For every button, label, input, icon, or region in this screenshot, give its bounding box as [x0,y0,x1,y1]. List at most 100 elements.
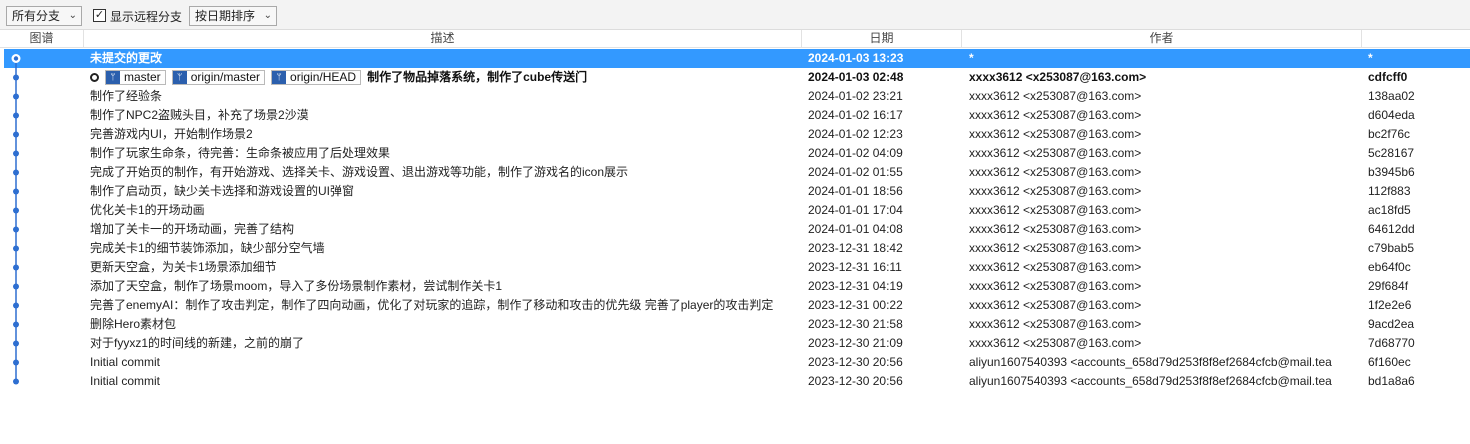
column-author[interactable]: 作者 [962,30,1362,48]
commit-row[interactable]: 制作了玩家生命条，待完善：生命条被应用了后处理效果 2024-01-02 04:0… [4,144,1470,163]
commit-date: 2024-01-02 12:23 [808,127,903,141]
show-remote-checkbox[interactable]: ✓ [93,9,106,22]
commit-date: 2024-01-01 18:56 [808,184,903,198]
commit-date: 2023-12-31 16:11 [808,260,902,274]
commit-author: xxxx3612 <x253087@163.com> [969,70,1147,84]
commit-message: 更新天空盒，为关卡1场景添加细节 [90,260,277,274]
commit-hash: eb64f0c [1368,260,1411,274]
commit-hash: 9acd2ea [1368,317,1415,331]
commit-row[interactable]: 更新天空盒，为关卡1场景添加细节 2023-12-31 16:11 xxxx3612… [4,258,1470,277]
commit-row[interactable]: Initial commit 2023-12-30 20:56 aliyun1607… [4,372,1470,391]
commit-hash: 29f684f [1368,279,1409,293]
commit-message: 增加了关卡一的开场动画，完善了结构 [90,222,295,236]
column-graph[interactable]: 图谱 [0,30,84,48]
commit-hash: 64612dd [1368,222,1415,236]
commit-author: aliyun1607540393 <accounts_658d79d253f8f… [969,374,1332,388]
toolbar: 所有分支 ⌄ ✓ 显示远程分支 按日期排序 ⌄ [0,0,1470,30]
commit-author: aliyun1607540393 <accounts_658d79d253f8f… [969,355,1332,369]
commit-row[interactable]: Initial commit 2023-12-30 20:56 aliyun1607… [4,353,1470,372]
sort-order-dropdown[interactable]: 按日期排序 ⌄ [189,6,277,26]
commit-description: Initial commit [90,353,800,372]
commit-message: 完成关卡1的细节装饰添加，缺少部分空气墙 [90,241,325,255]
commit-row[interactable]: 制作了NPC2盗贼头目，补充了场景2沙漠 2024-01-02 16:17 xxxx… [4,106,1470,125]
commit-row[interactable]: 完善游戏内UI，开始制作场景2 2024-01-02 12:23 xxxx3612 … [4,125,1470,144]
branch-icon: ᛘ [272,71,287,85]
commit-message: 未提交的更改 [90,51,163,65]
commit-description: 制作了启动页，缺少关卡选择和游戏设置的UI弹窗 [90,182,800,201]
commit-description: 完善游戏内UI，开始制作场景2 [90,125,800,144]
commit-hash: * [1368,51,1373,65]
commit-row[interactable]: 制作了经验条 2024-01-02 23:21 xxxx3612 <x253087@… [4,87,1470,106]
commit-date: 2023-12-30 21:09 [808,336,903,350]
commit-message: 制作了物品掉落系统，制作了cube传送门 [367,70,588,84]
commit-description: 对于fyyxz1的时间线的新建，之前的崩了 [90,334,800,353]
commit-row[interactable]: ᛘ master ᛘ origin/master ᛘ origin/HEAD 制作了物品掉落… [4,68,1470,87]
commit-row[interactable]: 优化关卡1的开场动画 2024-01-01 17:04 xxxx3612 <x253… [4,201,1470,220]
branch-icon: ᛘ [172,71,187,85]
commit-hash: 5c28167 [1368,146,1415,160]
commit-hash: ac18fd5 [1368,203,1411,217]
commit-hash: b3945b6 [1368,165,1415,179]
commit-hash: bd1a8a6 [1368,374,1415,388]
uncommitted-changes-row[interactable]: 未提交的更改 2024-01-03 13:23 * * [4,49,1470,68]
branch-tag-label: origin/HEAD [290,70,357,85]
commit-hash: 138aa02 [1368,89,1415,103]
commit-hash: cdfcff0 [1368,70,1408,84]
branch-icon: ᛘ [106,71,120,85]
commit-hash: 112f883 [1368,184,1411,198]
commit-description: 删除Hero素材包 [90,315,800,334]
commit-author: xxxx3612 <x253087@163.com> [969,146,1142,160]
commit-date: 2023-12-31 04:19 [808,279,903,293]
commit-author: xxxx3612 <x253087@163.com> [969,336,1142,350]
commit-description: 完成关卡1的细节装饰添加，缺少部分空气墙 [90,239,800,258]
commit-author: * [969,51,974,65]
commit-row[interactable]: 完成关卡1的细节装饰添加，缺少部分空气墙 2023-12-31 18:42 xxxx… [4,239,1470,258]
commit-date: 2024-01-03 02:48 [808,70,904,84]
chevron-down-icon: ⌄ [68,10,77,21]
commit-author: xxxx3612 <x253087@163.com> [969,298,1142,312]
commit-row[interactable]: 完善了enemyAI：制作了攻击判定，制作了四向动画，优化了对玩家的追踪，制作了… [4,296,1470,315]
commit-date: 2024-01-02 23:21 [808,89,903,103]
commit-description: 完成了开始页的制作，有开始游戏、选择关卡、游戏设置、退出游戏等功能，制作了游戏名… [90,163,800,182]
commit-message: 完善游戏内UI，开始制作场景2 [90,127,253,141]
commit-hash: 7d68770 [1368,336,1415,350]
commit-message: 制作了启动页，缺少关卡选择和游戏设置的UI弹窗 [90,184,355,198]
column-header: 图谱 描述 日期 作者 [0,30,1470,48]
commit-row[interactable]: 完成了开始页的制作，有开始游戏、选择关卡、游戏设置、退出游戏等功能，制作了游戏名… [4,163,1470,182]
branch-tag[interactable]: ᛘ origin/HEAD [271,70,362,86]
column-date[interactable]: 日期 [802,30,962,48]
commit-row[interactable]: 增加了关卡一的开场动画，完善了结构 2024-01-01 04:08 xxxx361… [4,220,1470,239]
commit-message: 对于fyyxz1的时间线的新建，之前的崩了 [90,336,305,350]
column-description[interactable]: 描述 [84,30,802,48]
commit-message: 制作了玩家生命条，待完善：生命条被应用了后处理效果 [90,146,391,160]
commit-date: 2023-12-30 21:58 [808,317,903,331]
show-remote-label: 显示远程分支 [110,10,183,24]
column-hash[interactable] [1362,30,1470,48]
sort-order-label: 按日期排序 [195,9,256,23]
commit-message: Initial commit [90,374,161,388]
commit-description: 制作了玩家生命条，待完善：生命条被应用了后处理效果 [90,144,800,163]
commit-hash: d604eda [1368,108,1415,122]
commit-message: Initial commit [90,355,161,369]
commit-date: 2023-12-31 18:42 [808,241,903,255]
commit-hash: bc2f76c [1368,127,1411,141]
commit-row[interactable]: 对于fyyxz1的时间线的新建，之前的崩了 2023-12-30 21:09 xxx… [4,334,1470,353]
commit-row[interactable]: 制作了启动页，缺少关卡选择和游戏设置的UI弹窗 2024-01-01 18:56 x… [4,182,1470,201]
commit-message: 完成了开始页的制作，有开始游戏、选择关卡、游戏设置、退出游戏等功能，制作了游戏名… [90,165,629,179]
commit-description: 更新天空盒，为关卡1场景添加细节 [90,258,800,277]
commit-row[interactable]: 删除Hero素材包 2023-12-30 21:58 xxxx3612 <x2530… [4,315,1470,334]
commit-date: 2024-01-02 16:17 [808,108,903,122]
commit-description: 增加了关卡一的开场动画，完善了结构 [90,220,800,239]
commit-date: 2024-01-02 04:09 [808,146,903,160]
commit-hash: 6f160ec [1368,355,1411,369]
branch-tag[interactable]: ᛘ origin/master [171,70,266,86]
commit-row[interactable]: 添加了天空盒，制作了场景moom，导入了多份场景制作素材，尝试制作关卡1 2023… [4,277,1470,296]
branch-tag-label: origin/master [190,70,261,85]
commit-author: xxxx3612 <x253087@163.com> [969,317,1142,331]
commit-author: xxxx3612 <x253087@163.com> [969,108,1142,122]
commit-author: xxxx3612 <x253087@163.com> [969,222,1142,236]
branch-filter-label: 所有分支 [12,9,61,23]
branch-filter-dropdown[interactable]: 所有分支 ⌄ [6,6,82,26]
branch-tag[interactable]: ᛘ master [105,70,166,86]
commit-date: 2023-12-30 20:56 [808,355,903,369]
